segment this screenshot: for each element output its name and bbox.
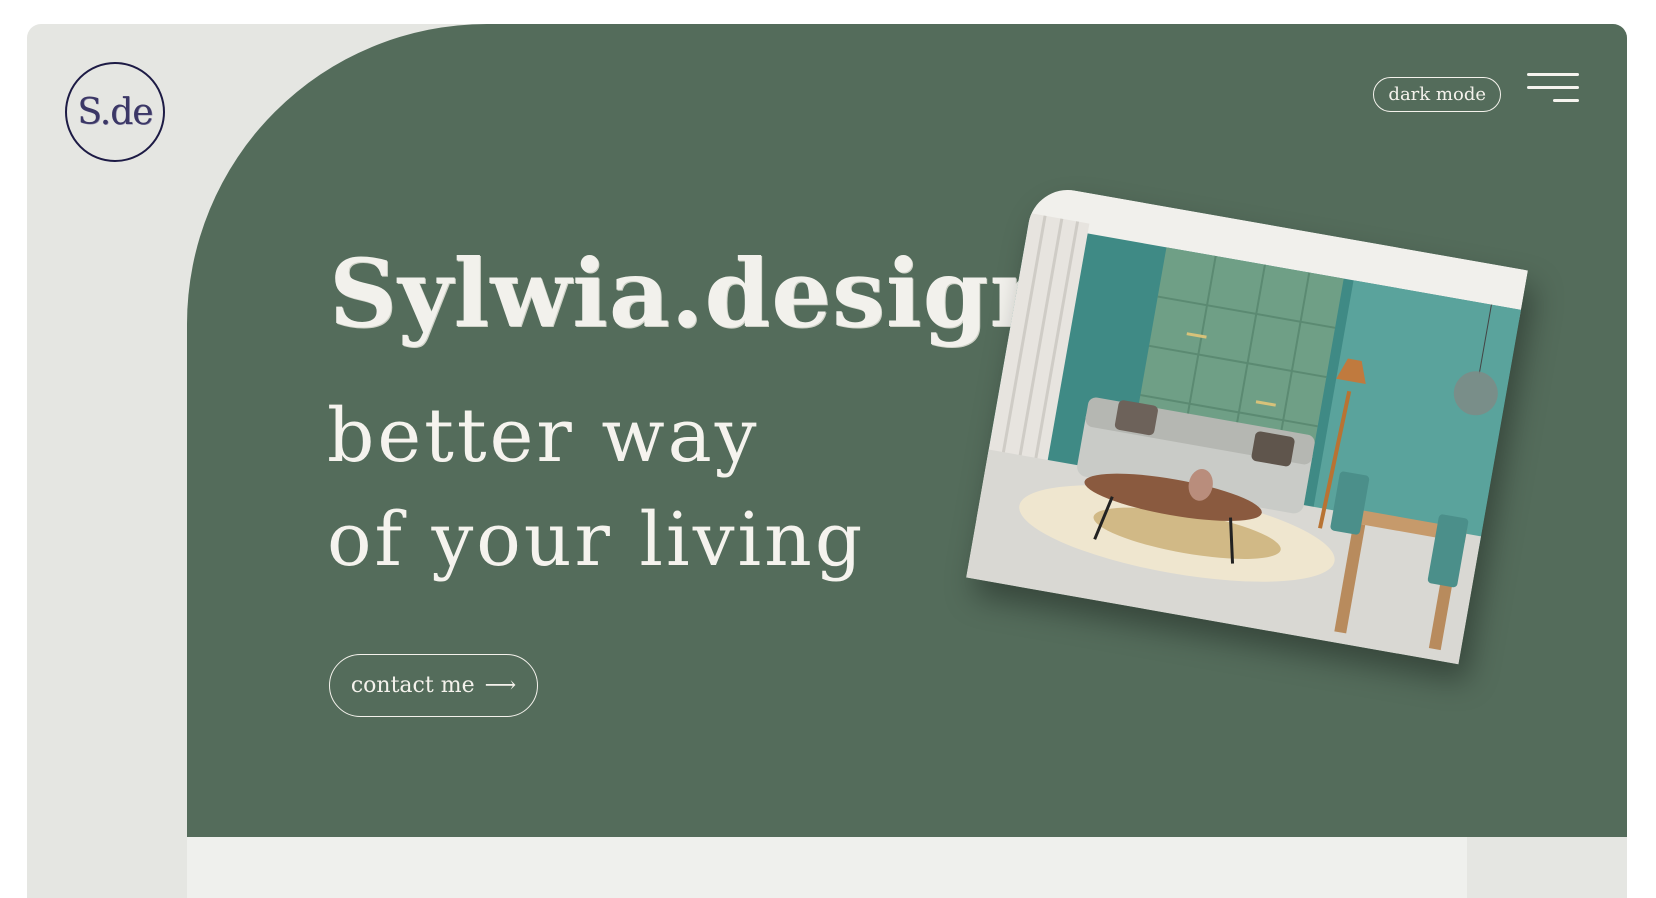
arrow-right-icon: ⟶ bbox=[484, 673, 517, 698]
dark-mode-toggle[interactable]: dark mode bbox=[1373, 77, 1501, 112]
living-room-illustration bbox=[966, 183, 1528, 665]
logo-text: S.de bbox=[77, 91, 153, 133]
tagline-line-2: of your living bbox=[327, 497, 866, 583]
hero-tagline: better way of your living bbox=[327, 384, 865, 592]
page-frame: S.de dark mode Sylwia.design better way … bbox=[27, 24, 1627, 898]
hamburger-menu-icon[interactable] bbox=[1527, 73, 1579, 105]
next-section-preview bbox=[187, 837, 1467, 898]
site-title: Sylwia.design bbox=[329, 239, 1059, 349]
contact-me-button[interactable]: contact me ⟶ bbox=[329, 654, 538, 717]
tagline-line-1: better way bbox=[327, 393, 760, 479]
interior-photo bbox=[966, 183, 1528, 665]
site-logo[interactable]: S.de bbox=[65, 62, 165, 162]
contact-label: contact me bbox=[350, 673, 475, 698]
